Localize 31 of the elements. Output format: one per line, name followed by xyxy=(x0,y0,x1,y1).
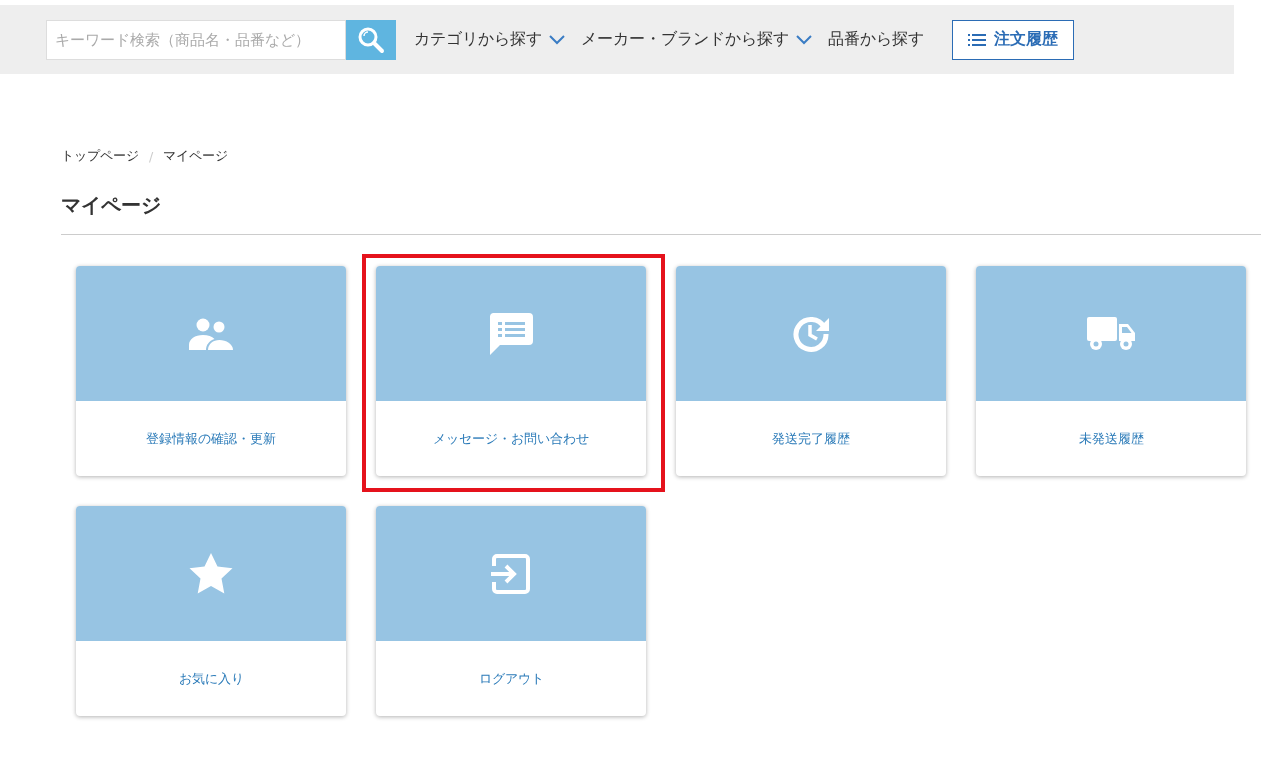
search-button[interactable] xyxy=(346,19,396,60)
users-icon xyxy=(189,317,233,350)
nav-link[interactable]: 品番から探す xyxy=(828,29,924,50)
page-title: マイページ xyxy=(61,192,162,219)
breadcrumb-separator: / xyxy=(149,148,154,164)
menu-card[interactable]: ログアウト xyxy=(376,506,646,716)
exit-arrow-icon xyxy=(491,553,531,594)
card-label: お気に入り xyxy=(178,669,244,688)
message-icon xyxy=(489,312,533,355)
search-field[interactable]: キーワード検索（商品名・品番など） xyxy=(46,19,346,60)
chevron-icon xyxy=(796,34,812,45)
menu-card[interactable]: 未発送履歴 xyxy=(976,266,1246,476)
card-label: 発送完了履歴 xyxy=(772,429,850,448)
menu-card[interactable]: 発送完了履歴 xyxy=(676,266,946,476)
star-icon xyxy=(189,552,233,595)
nav-link[interactable]: メーカー・ブランドから探す xyxy=(581,29,812,50)
truck-icon xyxy=(1087,316,1135,351)
card-label: 登録情報の確認・更新 xyxy=(146,429,276,448)
card-label: ログアウト xyxy=(478,669,544,688)
list-icon xyxy=(968,32,986,47)
order-history-button[interactable]: 注文履歴 xyxy=(952,19,1074,60)
breadcrumb-link[interactable]: マイページ xyxy=(163,147,229,165)
search-icon xyxy=(357,25,385,54)
card-label: メッセージ・お問い合わせ xyxy=(433,429,589,448)
breadcrumb-link[interactable]: トップページ xyxy=(61,147,139,165)
nav-link[interactable]: カテゴリから探す xyxy=(414,29,565,50)
card-label: 未発送履歴 xyxy=(1078,429,1144,448)
menu-card[interactable]: メッセージ・お問い合わせ xyxy=(376,266,646,476)
menu-card[interactable]: 登録情報の確認・更新 xyxy=(76,266,346,476)
chevron-icon xyxy=(549,34,565,45)
menu-card[interactable]: お気に入り xyxy=(76,506,346,716)
